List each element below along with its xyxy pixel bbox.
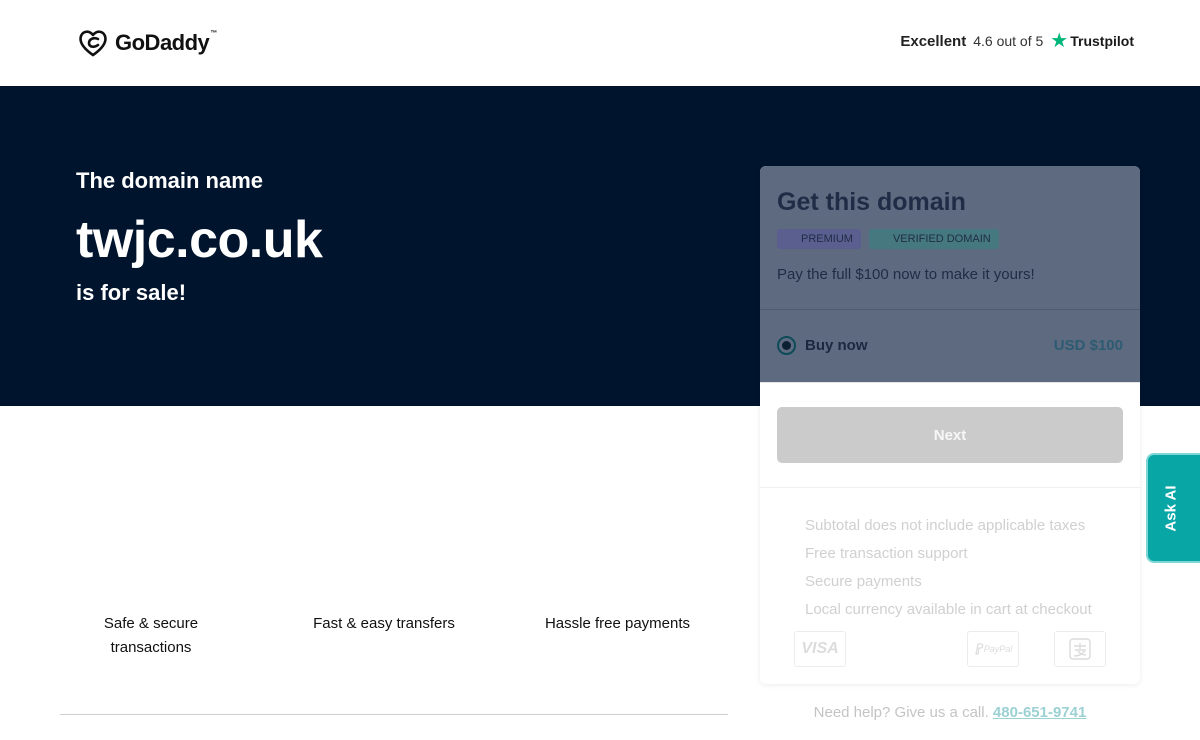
premium-badge: PREMIUM xyxy=(777,229,861,249)
buy-now-label: Buy now xyxy=(805,337,868,354)
buy-now-left: Buy now xyxy=(777,336,868,355)
card-divider xyxy=(760,309,1140,310)
card-features-list: Subtotal does not include applicable tax… xyxy=(805,512,1092,624)
ask-ai-button[interactable]: Ask AI xyxy=(1146,453,1200,563)
alipay-symbol-icon xyxy=(1069,638,1091,660)
paypal-p-icon xyxy=(975,643,984,655)
card-divider xyxy=(760,382,1140,383)
next-button[interactable]: Next xyxy=(777,407,1123,463)
section-divider xyxy=(60,714,728,715)
paypal-icon: PayPal xyxy=(967,631,1019,667)
paypal-label: PayPal xyxy=(983,644,1013,654)
perk-secure-transactions: Safe & secure transactions xyxy=(103,615,199,656)
help-line: Need help? Give us a call. 480-651-9741 xyxy=(760,704,1140,721)
radio-selected-dot xyxy=(782,341,791,350)
verified-domain-badge: VERIFIED DOMAIN xyxy=(868,229,999,249)
godaddy-logo[interactable]: GoDaddy™ xyxy=(77,28,217,58)
help-text: Need help? Give us a call. xyxy=(813,704,989,721)
star-icon: ★ xyxy=(1050,30,1069,52)
help-phone-link[interactable]: 480-651-9741 xyxy=(993,704,1086,721)
hero-intro-text: The domain name xyxy=(76,168,264,193)
visa-icon: VISA xyxy=(794,631,846,667)
logo-wordmark: GoDaddy™ xyxy=(115,30,217,55)
card-overlay-section: Get this domain PREMIUM VERIFIED DOMAIN … xyxy=(760,166,1140,382)
purchase-card: Get this domain PREMIUM VERIFIED DOMAIN … xyxy=(760,166,1140,684)
card-divider xyxy=(760,487,1140,488)
payment-methods: VISA PayPal xyxy=(794,631,1106,667)
perk-hassle-free-payments: Hassle free payments xyxy=(544,615,691,632)
site-header: GoDaddy™ Excellent 4.6 out of 5 ★ Trustp… xyxy=(0,0,1200,86)
trustpilot-brand: ★ Trustpilot xyxy=(1050,31,1134,51)
card-description: Pay the full $100 now to make it yours! xyxy=(777,266,1035,283)
rating-score: 4.6 out of 5 xyxy=(973,33,1044,49)
feature-item: Free transaction support xyxy=(805,545,968,562)
perk-easy-transfers: Fast & easy transfers xyxy=(313,615,455,632)
feature-item: Local currency available in cart at chec… xyxy=(805,601,1092,618)
badge-group: PREMIUM VERIFIED DOMAIN xyxy=(777,229,999,249)
buy-now-option[interactable]: Buy now USD $100 xyxy=(777,336,1123,355)
card-title: Get this domain xyxy=(777,188,966,216)
buy-now-price: USD $100 xyxy=(1053,337,1123,354)
feature-item: Secure payments xyxy=(805,573,922,590)
ask-ai-label: Ask AI xyxy=(1162,484,1180,532)
trustpilot-label: Trustpilot xyxy=(1070,33,1134,49)
godaddy-heart-icon xyxy=(79,30,107,57)
buy-now-radio[interactable] xyxy=(777,336,796,355)
rating-word: Excellent xyxy=(900,32,967,50)
domain-name-heading: twjc.co.uk xyxy=(76,211,323,269)
feature-item: Subtotal does not include applicable tax… xyxy=(805,517,1086,534)
hero-sale-text: is for sale! xyxy=(76,280,187,305)
trustpilot-rating[interactable]: Excellent 4.6 out of 5 ★ Trustpilot xyxy=(900,31,1134,51)
alipay-icon xyxy=(1054,631,1106,667)
